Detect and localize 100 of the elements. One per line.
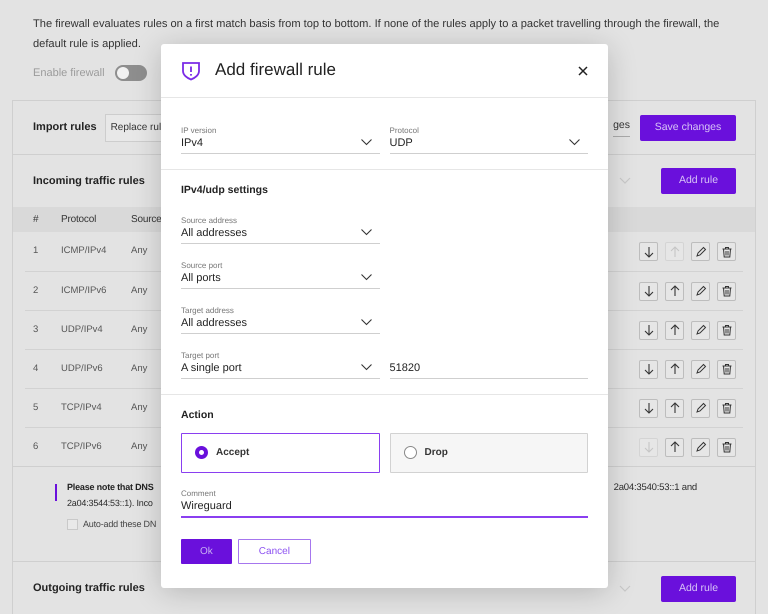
- section-title: Import rules: [33, 120, 97, 136]
- checkbox[interactable]: [67, 519, 78, 530]
- field-label: Source address: [181, 216, 238, 226]
- section-title: Outgoing traffic rules: [33, 581, 145, 596]
- dialog-title: Add firewall rule: [215, 60, 336, 81]
- trash-icon: [720, 246, 732, 258]
- move-down-button[interactable]: [639, 360, 658, 378]
- edit-button[interactable]: [691, 398, 710, 418]
- select-field[interactable]: Target port A single port: [181, 346, 380, 379]
- select-field[interactable]: Target address All addresses: [181, 302, 380, 334]
- toggle-label: Enable firewall: [33, 66, 105, 81]
- chevron-down-icon: [569, 139, 580, 146]
- add-rule-button[interactable]: Add rule: [661, 576, 736, 602]
- table-cell-text: 1: [33, 244, 38, 258]
- pencil-icon: [694, 402, 706, 414]
- move-up-button[interactable]: [665, 320, 684, 340]
- trash-icon: [720, 363, 732, 375]
- field-label: Protocol: [390, 126, 419, 136]
- move-up-button[interactable]: [665, 398, 684, 418]
- intro-text: The firewall evaluates rules on a first match basis from top to bottom. If none of the rules apply to a packet travelling through the firewall, the default rule is applied.: [33, 17, 720, 52]
- table-cell-text: Any: [131, 400, 148, 415]
- checkbox-label: Auto-add these DN: [83, 518, 156, 531]
- table-cell-text: 2: [33, 284, 38, 298]
- note-marker: [55, 484, 57, 501]
- field-value: IPv4: [181, 136, 204, 150]
- table-cell-text: UDP/IPv6: [61, 362, 103, 376]
- select-field[interactable]: Source port All ports: [181, 256, 380, 289]
- table-cell-text: TCP/IPv4: [61, 400, 102, 415]
- trash-icon: [720, 402, 732, 414]
- shield-icon: [181, 60, 201, 80]
- field-value: A single port: [181, 360, 242, 375]
- select-field[interactable]: Protocol UDP: [390, 122, 588, 154]
- chevron-down-icon: [360, 139, 372, 146]
- table-cell-text: Any: [131, 322, 148, 337]
- input-field[interactable]: 51820: [390, 346, 588, 379]
- edit-button[interactable]: [691, 438, 710, 456]
- field-label: IP version: [181, 126, 216, 136]
- close-icon[interactable]: [578, 66, 588, 76]
- field-label: Comment: [181, 488, 216, 498]
- pencil-icon: [694, 363, 706, 375]
- pencil-icon: [694, 324, 706, 336]
- note-text: Please note that DNS: [67, 481, 154, 494]
- note-text: 2a04:3540:53::1 and: [614, 481, 697, 495]
- field-value: Wireguard: [181, 498, 232, 512]
- column-header: #: [33, 213, 38, 227]
- arrow-up-icon: [668, 285, 680, 297]
- save-button[interactable]: Save changes: [640, 114, 736, 140]
- move-down-button[interactable]: [639, 282, 658, 300]
- table-cell-text: 4: [33, 362, 38, 376]
- move-down-button[interactable]: [639, 320, 658, 340]
- mode-select[interactable]: ges: [613, 118, 630, 137]
- arrow-down-icon: [642, 246, 654, 258]
- chevron-down-icon: [360, 318, 372, 326]
- delete-button[interactable]: [717, 282, 736, 300]
- edit-button[interactable]: [691, 320, 710, 340]
- radio-option[interactable]: Accept: [181, 432, 380, 472]
- arrow-up-icon: [668, 441, 680, 453]
- radio-option[interactable]: Drop: [390, 432, 588, 472]
- section-heading: Action: [181, 408, 215, 423]
- move-down-button[interactable]: [639, 242, 658, 261]
- delete-button[interactable]: [717, 398, 736, 418]
- input-field[interactable]: Comment Wireguard: [181, 486, 588, 518]
- ok-button[interactable]: Ok: [181, 538, 232, 564]
- delete-button[interactable]: [717, 242, 736, 261]
- table-cell-text: UDP/IPv4: [61, 322, 103, 337]
- pencil-icon: [694, 246, 706, 258]
- arrow-up-icon: [668, 363, 680, 375]
- move-up-button[interactable]: [665, 282, 684, 300]
- cancel-button[interactable]: Cancel: [238, 538, 311, 564]
- move-down-button[interactable]: [639, 398, 658, 418]
- move-up-button[interactable]: [665, 360, 684, 378]
- table-cell-text: 6: [33, 440, 38, 454]
- section-heading: IPv4/udp settings: [181, 183, 269, 198]
- select-field[interactable]: Source address All addresses: [181, 212, 380, 244]
- toggle-switch[interactable]: [114, 65, 147, 82]
- edit-button[interactable]: [691, 360, 710, 378]
- delete-button[interactable]: [717, 438, 736, 456]
- table-cell-text: Any: [131, 362, 148, 376]
- move-up-button[interactable]: [665, 438, 684, 456]
- trash-icon: [720, 441, 732, 453]
- table-cell-text: 5: [33, 400, 38, 415]
- trash-icon: [720, 285, 732, 297]
- arrow-up-icon: [668, 402, 680, 414]
- column-header: Source: [131, 213, 162, 227]
- table-cell-text: Any: [131, 284, 148, 298]
- edit-button[interactable]: [691, 242, 710, 261]
- section-title: Incoming traffic rules: [33, 174, 145, 189]
- pencil-icon: [694, 441, 706, 453]
- field-value: All ports: [181, 270, 221, 285]
- add-rule-button[interactable]: Add rule: [661, 168, 736, 194]
- chevron-down-icon: [360, 228, 372, 236]
- field-value: All addresses: [181, 226, 248, 240]
- chevron-down-icon: [360, 274, 372, 281]
- column-header: Protocol: [61, 213, 96, 227]
- select-field[interactable]: IP version IPv4: [181, 122, 380, 154]
- chevron-down-icon: [360, 364, 372, 371]
- table-cell-text: Any: [131, 244, 148, 258]
- delete-button[interactable]: [717, 320, 736, 340]
- edit-button[interactable]: [691, 282, 710, 300]
- delete-button[interactable]: [717, 360, 736, 378]
